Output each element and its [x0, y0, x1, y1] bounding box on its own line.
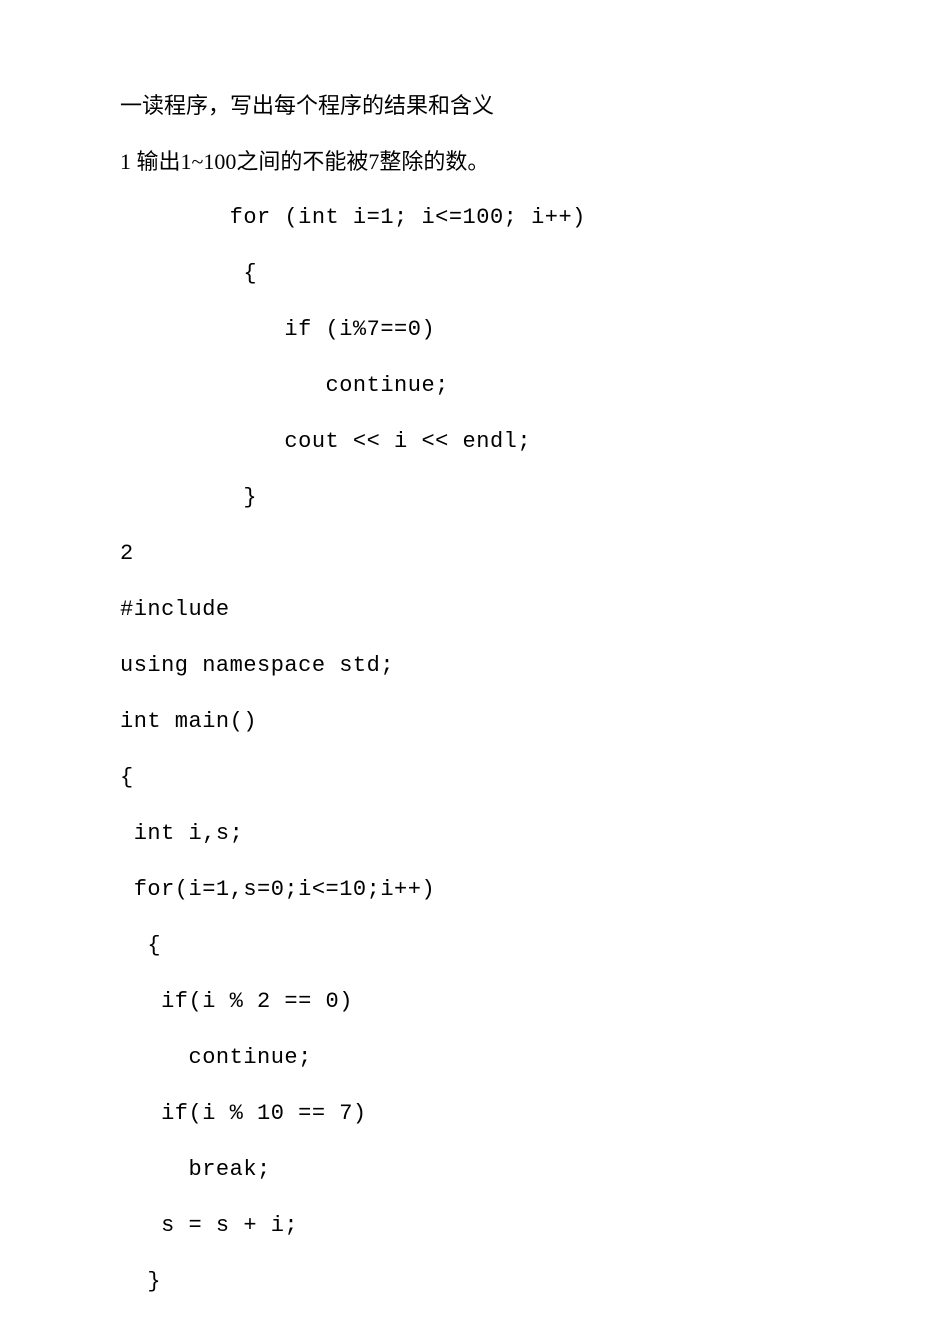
code-line: using namespace std;	[120, 655, 945, 677]
code-line: {	[120, 767, 945, 789]
code-line: s = s + i;	[120, 1215, 945, 1237]
code-line: if (i%7==0)	[120, 319, 945, 341]
code-line: for(i=1,s=0;i<=10;i++)	[120, 879, 945, 901]
code-line: continue;	[120, 1047, 945, 1069]
code-line: if(i % 2 == 0)	[120, 991, 945, 1013]
document-page: 一读程序，写出每个程序的结果和含义 1 输出1~100之间的不能被7整除的数。 f…	[0, 0, 945, 1337]
code-line: #include	[120, 599, 945, 621]
code-line: cout << i << endl;	[120, 431, 945, 453]
code-line: }	[120, 487, 945, 509]
code-line: continue;	[120, 375, 945, 397]
code-line: break;	[120, 1159, 945, 1181]
code-line: 1 输出1~100之间的不能被7整除的数。	[120, 151, 945, 173]
code-line: int main()	[120, 711, 945, 733]
code-line: }	[120, 1271, 945, 1293]
code-line: 2	[120, 543, 945, 565]
code-line: for (int i=1; i<=100; i++)	[120, 207, 945, 229]
code-line: {	[120, 935, 945, 957]
code-line: {	[120, 263, 945, 285]
code-line: 一读程序，写出每个程序的结果和含义	[120, 95, 945, 117]
code-line: if(i % 10 == 7)	[120, 1103, 945, 1125]
code-line: int i,s;	[120, 823, 945, 845]
